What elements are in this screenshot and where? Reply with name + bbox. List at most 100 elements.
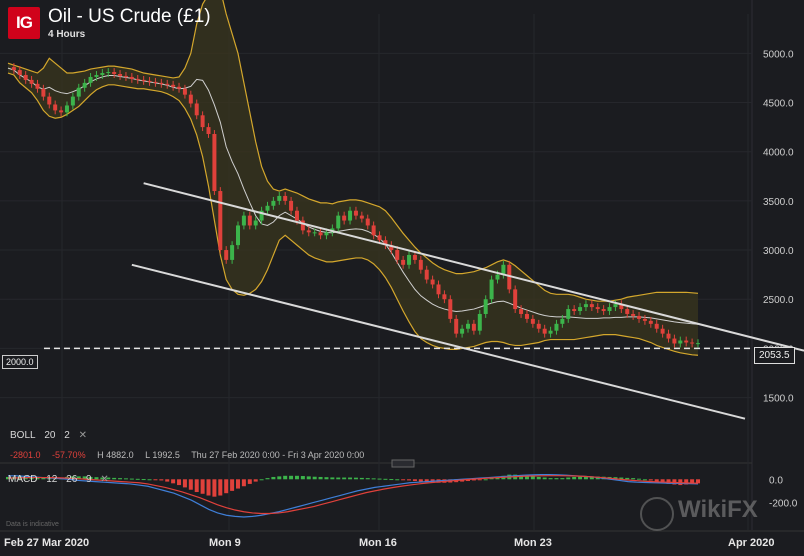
- macd-histogram-bar: [153, 479, 158, 481]
- candle-body: [253, 220, 258, 226]
- candle-body: [59, 110, 64, 113]
- macd-name: MACD: [8, 474, 38, 485]
- candle-body: [318, 232, 323, 236]
- candle-body: [342, 215, 347, 221]
- macd-close-icon[interactable]: ✕: [100, 474, 108, 485]
- macd-histogram-bar: [318, 476, 323, 480]
- candle-body: [466, 323, 470, 329]
- candle-body: [289, 200, 294, 211]
- candle-body: [224, 250, 229, 260]
- candle-body: [684, 340, 689, 343]
- macd-histogram-bar: [194, 479, 199, 493]
- candle-body: [418, 259, 423, 270]
- macd-histogram-bar: [289, 475, 294, 480]
- macd-histogram-bar: [407, 479, 412, 481]
- candle-body: [147, 80, 152, 82]
- candle-body: [194, 103, 199, 116]
- y-tick-label: 3500.0: [763, 197, 794, 208]
- macd-histogram-bar: [578, 476, 583, 480]
- macd-histogram-bar: [418, 479, 423, 482]
- candle-body: [88, 76, 93, 83]
- candle-body: [11, 67, 16, 71]
- macd-histogram-bar: [118, 478, 123, 480]
- candle-body: [300, 220, 305, 231]
- macd-slow: 26: [66, 474, 78, 485]
- candle-body: [660, 328, 665, 334]
- candle-body: [566, 309, 571, 319]
- candle-body: [277, 195, 282, 201]
- macd-histogram-bar: [283, 475, 288, 480]
- candle-body: [230, 245, 235, 260]
- y-tick-label: 5000.0: [763, 49, 794, 60]
- macd-histogram-bar: [123, 478, 128, 480]
- candle-body: [336, 215, 341, 229]
- macd-indicator-label[interactable]: MACD 12 26 9 ✕: [8, 474, 115, 485]
- candle-body: [76, 87, 81, 97]
- boll-close-icon[interactable]: ✕: [79, 430, 87, 441]
- candle-body: [631, 313, 636, 316]
- macd-histogram-bar: [342, 477, 347, 480]
- candle-body: [41, 88, 46, 97]
- candle-body: [188, 94, 193, 104]
- macd-histogram-bar: [530, 476, 535, 480]
- chart-timeframe: 4 Hours: [48, 29, 86, 40]
- candle-body: [401, 259, 406, 265]
- candle-body: [182, 88, 187, 95]
- candle-body: [159, 82, 164, 84]
- candle-body: [524, 313, 529, 319]
- macd-histogram-bar: [259, 479, 264, 481]
- macd-histogram-bar: [395, 479, 400, 481]
- candle-body: [212, 133, 217, 192]
- y-tick-label: 1500.0: [763, 394, 794, 405]
- macd-histogram-bar: [642, 479, 647, 481]
- macd-histogram-bar: [271, 476, 276, 480]
- candle-body: [495, 274, 500, 280]
- candle-body: [519, 309, 524, 314]
- macd-histogram-bar: [300, 476, 305, 480]
- candle-body: [165, 83, 170, 85]
- candle-body: [206, 127, 211, 134]
- macd-histogram-bar: [188, 479, 193, 490]
- candle-body: [241, 215, 246, 226]
- macd-histogram-bar: [542, 477, 547, 480]
- candle-body: [601, 309, 606, 312]
- candle-body: [572, 309, 577, 312]
- candle-body: [454, 318, 459, 334]
- macd-histogram-bar: [277, 476, 282, 480]
- candle-body: [171, 84, 176, 87]
- macd-histogram-bar: [637, 478, 642, 480]
- y-tick-label: 2500.0: [763, 295, 794, 306]
- candle-body: [613, 304, 618, 308]
- candle-body: [324, 232, 329, 236]
- chart-title: Oil - US Crude (£1): [48, 6, 211, 27]
- candle-body: [82, 82, 87, 88]
- candle-body: [471, 323, 476, 331]
- macd-histogram-bar: [236, 479, 240, 489]
- macd-histogram-bar: [359, 477, 364, 480]
- candle-body: [442, 294, 447, 300]
- x-tick-label: Mon 9: [209, 537, 241, 549]
- candle-body: [123, 75, 128, 77]
- x-tick-label: Mon 16: [359, 537, 397, 549]
- y-tick-label: 3000.0: [763, 246, 794, 257]
- candle-body: [483, 299, 488, 314]
- panel-resize-handle: [391, 459, 415, 468]
- candle-body: [365, 218, 370, 226]
- macd-histogram-bar: [554, 478, 559, 480]
- macd-histogram-bar: [306, 476, 311, 480]
- candle-body: [106, 72, 111, 74]
- macd-histogram-bar: [177, 479, 182, 486]
- macd-histogram-bar: [560, 478, 565, 480]
- macd-histogram-bar: [247, 479, 252, 484]
- candle-body: [637, 315, 642, 319]
- chart-svg: 1500.0 2000.0 2500.0 3000.0 3500.0 4000.0 4500…: [0, 0, 804, 549]
- candle-body: [625, 309, 630, 314]
- candle-body: [430, 279, 435, 285]
- macd-histogram-bar: [324, 477, 329, 480]
- macd-histogram-bar: [477, 479, 482, 481]
- macd-histogram-bar: [377, 478, 382, 480]
- candle-body: [200, 115, 205, 128]
- candle-body: [70, 96, 75, 106]
- boll-indicator-label[interactable]: BOLL 20 2 ✕: [10, 430, 93, 441]
- macd-histogram-bar: [625, 477, 630, 480]
